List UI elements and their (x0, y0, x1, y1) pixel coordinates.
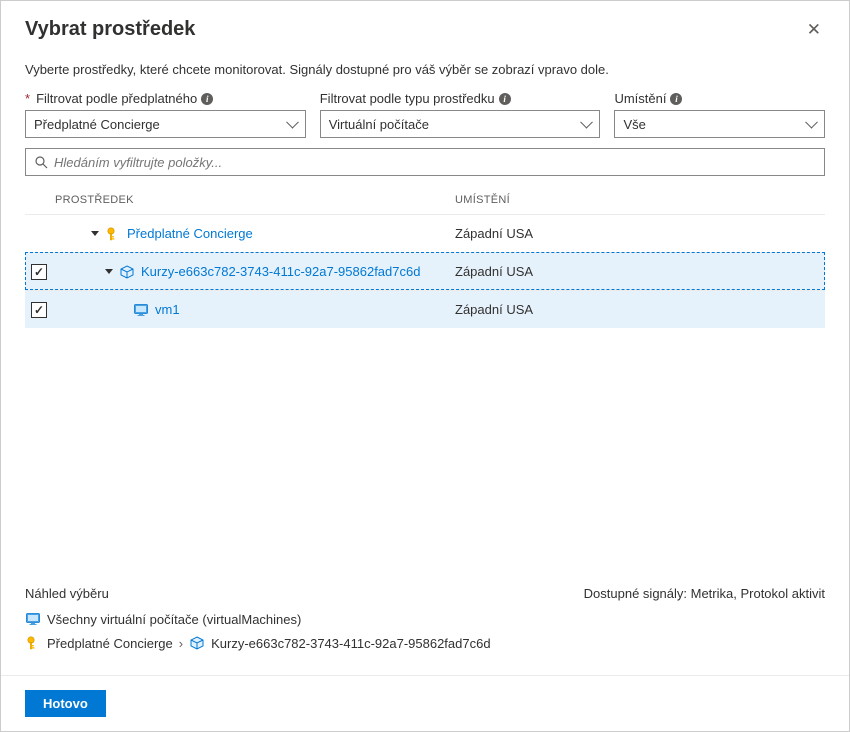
table-row[interactable]: Kurzy-e663c782-3743-411c-92a7-95862fad7c… (25, 252, 825, 290)
resource-group-icon (189, 635, 205, 651)
chevron-right-icon: › (179, 636, 183, 651)
column-header-resource[interactable]: PROSTŘEDEK (25, 194, 455, 206)
chevron-down-icon[interactable] (105, 269, 113, 274)
key-icon (105, 226, 121, 242)
key-icon (25, 635, 41, 651)
info-icon[interactable]: i (499, 93, 511, 105)
resource-location: Západní USA (455, 264, 825, 279)
column-header-location[interactable]: UMÍSTĚNÍ (455, 194, 825, 206)
search-icon (34, 155, 48, 169)
panel-title: Vybrat prostředek (25, 18, 195, 41)
resource-name[interactable]: Kurzy-e663c782-3743-411c-92a7-95862fad7c… (141, 264, 420, 279)
resource-name[interactable]: vm1 (155, 302, 180, 317)
resource-table: PROSTŘEDEK UMÍSTĚNÍ Předplatné Concierge… (25, 186, 825, 576)
filter-location-select[interactable]: Vše (614, 110, 825, 138)
table-row[interactable]: vm1 Západní USA (25, 290, 825, 328)
filter-resource-type-select[interactable]: Virtuální počítače (320, 110, 601, 138)
breadcrumb-resource-group: Kurzy-e663c782-3743-411c-92a7-95862fad7c… (211, 636, 490, 651)
vm-icon (25, 611, 41, 627)
chevron-down-icon[interactable] (91, 231, 99, 236)
preview-summary: Všechny virtuální počítače (virtualMachi… (47, 612, 301, 627)
search-input[interactable] (54, 155, 816, 170)
search-input-wrapper[interactable] (25, 148, 825, 176)
vm-icon (133, 302, 149, 318)
filter-resource-type-label: Filtrovat podle typu prostředku i (320, 91, 601, 106)
close-icon[interactable]: ✕ (803, 17, 825, 42)
row-checkbox[interactable] (31, 302, 47, 318)
preview-title: Náhled výběru (25, 586, 109, 601)
table-row[interactable]: Předplatné Concierge Západní USA (25, 214, 825, 252)
done-button[interactable]: Hotovo (25, 690, 106, 717)
instruction-text: Vyberte prostředky, které chcete monitor… (25, 62, 825, 77)
resource-location: Západní USA (455, 226, 825, 241)
filter-location-label: Umístění i (614, 91, 825, 106)
resource-group-icon (119, 264, 135, 280)
breadcrumb-subscription: Předplatné Concierge (47, 636, 173, 651)
filter-subscription-label: * Filtrovat podle předplatného i (25, 91, 306, 106)
breadcrumb: Předplatné Concierge › Kurzy-e663c782-37… (25, 635, 825, 651)
filter-subscription-select[interactable]: Předplatné Concierge (25, 110, 306, 138)
available-signals: Dostupné signály: Metrika, Protokol akti… (584, 586, 825, 601)
resource-location: Západní USA (455, 302, 825, 317)
info-icon[interactable]: i (201, 93, 213, 105)
info-icon[interactable]: i (670, 93, 682, 105)
resource-name[interactable]: Předplatné Concierge (127, 226, 253, 241)
row-checkbox[interactable] (31, 264, 47, 280)
